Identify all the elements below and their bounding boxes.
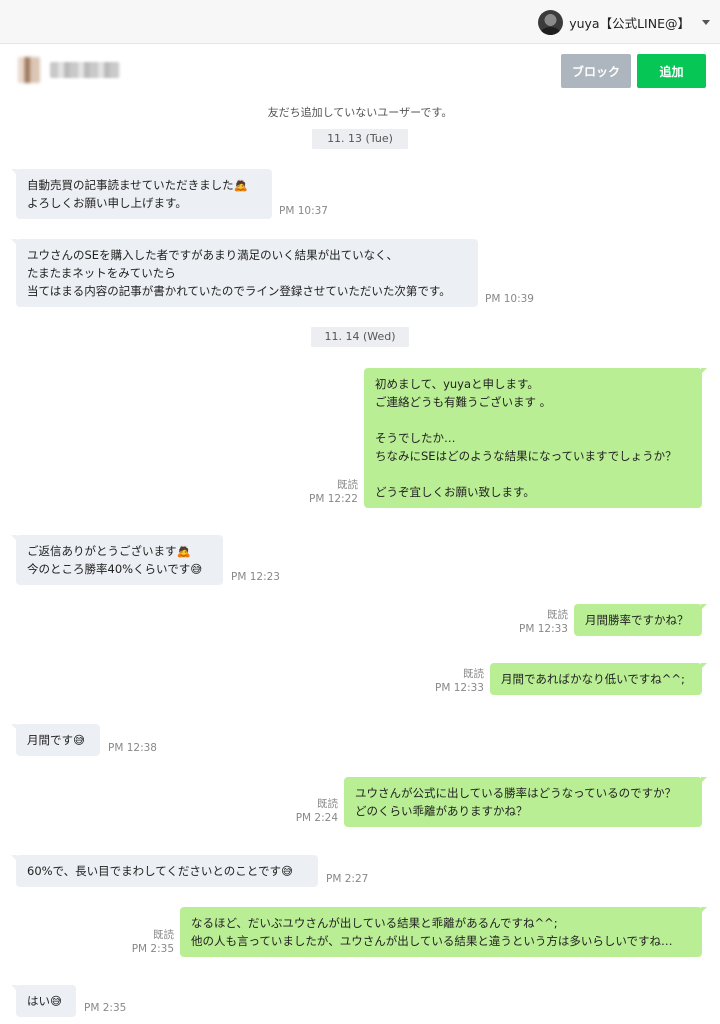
incoming-message: はい😅 [11, 985, 76, 1017]
date-separator: 11. 14 (Wed) [311, 327, 409, 347]
top-bar: yuya【公式LINE@】 [0, 0, 720, 44]
outgoing-message: 初めまして、yuyaと申します。 ご連絡どうも有難うございます 。 そうでしたか… [364, 368, 707, 508]
outgoing-message: 月間勝率ですかね？ [574, 604, 707, 636]
message-time: PM 12:23 [231, 571, 280, 583]
incoming-message: ユウさんのSEを購入した者ですがあまり満足のいく結果が出ていなく、 たまたまネッ… [11, 239, 478, 307]
message-time: PM 12:22 [309, 493, 358, 505]
read-receipt: 既読 [337, 479, 358, 491]
message-time: PM 12:33 [435, 682, 484, 694]
read-receipt: 既読 [153, 929, 174, 941]
message-time: PM 2:35 [84, 1002, 127, 1014]
user-name-blurred [50, 62, 120, 78]
date-separator: 11. 13 (Tue) [312, 129, 408, 149]
user-avatar [18, 57, 40, 83]
account-avatar [538, 9, 564, 35]
account-menu[interactable]: yuya【公式LINE@】 [538, 9, 710, 35]
message-time: PM 10:39 [485, 293, 534, 305]
outgoing-message: 月間であればかなり低いですね^^; [490, 663, 707, 695]
chevron-down-icon[interactable] [702, 19, 710, 25]
not-friend-notice: 友だち追加していないユーザーです。 [267, 106, 453, 119]
read-receipt: 既読 [547, 609, 568, 621]
incoming-message: ご返信ありがとうございます🙇 今のところ勝率40%くらいです😅 [11, 535, 223, 585]
message-time: PM 12:33 [519, 623, 568, 635]
read-receipt: 既読 [463, 668, 484, 680]
message-time: PM 2:27 [326, 873, 369, 885]
message-time: PM 10:37 [279, 205, 328, 217]
add-friend-button[interactable]: 追加 [637, 54, 706, 88]
read-receipt: 既読 [317, 798, 338, 810]
message-time: PM 2:35 [131, 943, 174, 955]
chat-header: ブロック 追加 [0, 45, 720, 95]
outgoing-message: ユウさんが公式に出している勝率はどうなっているのですか？ どのくらい乖離がありま… [344, 777, 707, 827]
incoming-message: 60%で、長い目でまわしてくださいとのことです😅 [11, 855, 318, 887]
incoming-message: 自動売買の記事読ませていただきました🙇 よろしくお願い申し上げます。 [11, 169, 272, 219]
account-name: yuya【公式LINE@】 [569, 15, 690, 31]
outgoing-message: なるほど、だいぶユウさんが出している結果と乖離があるんですね^^; 他の人も言っ… [180, 907, 707, 957]
message-time: PM 12:38 [108, 742, 157, 754]
message-time: PM 2:24 [295, 812, 338, 824]
block-button[interactable]: ブロック [561, 54, 631, 88]
incoming-message: 月間です😅 [11, 724, 100, 756]
